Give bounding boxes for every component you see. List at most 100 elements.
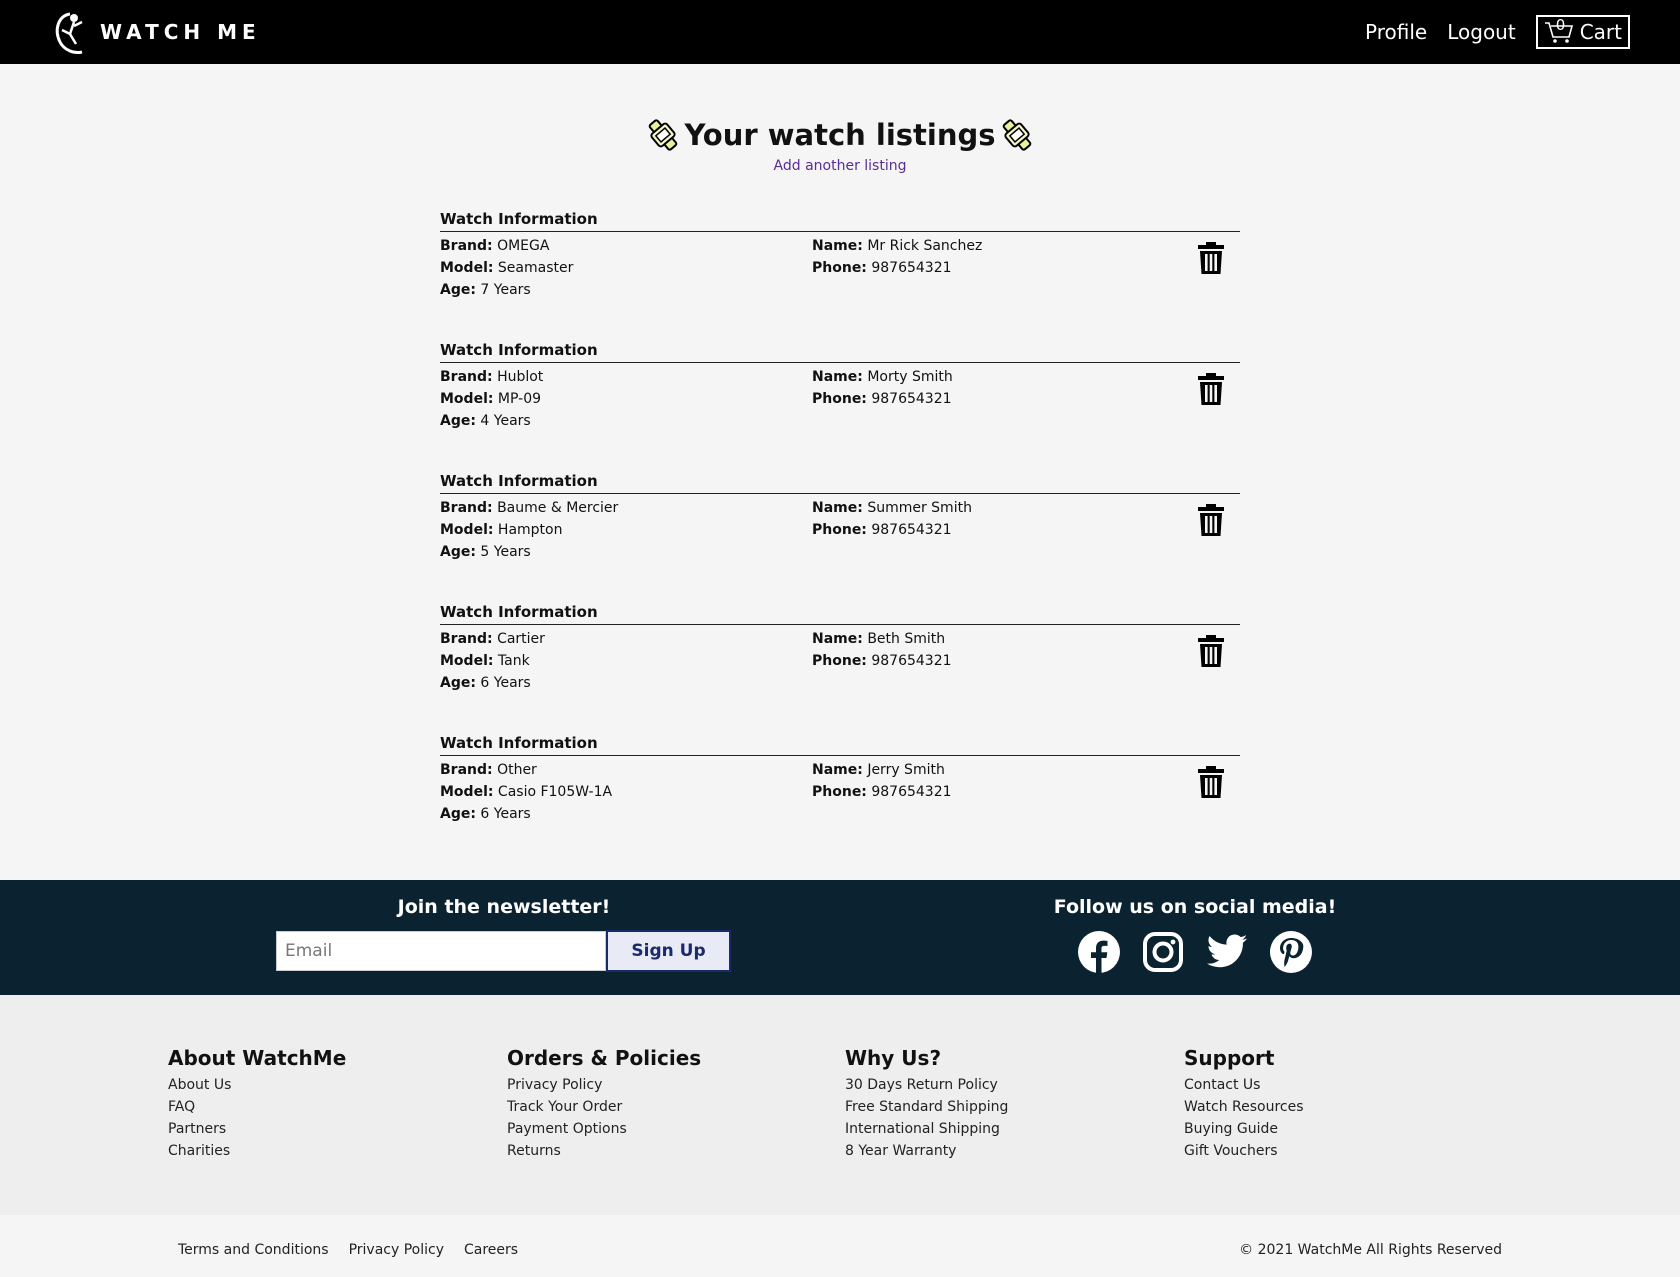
footer-link[interactable]: Watch Resources: [1184, 1096, 1304, 1118]
footer-link[interactable]: Charities: [168, 1140, 346, 1162]
delete-listing-trash-icon[interactable]: [1196, 372, 1226, 406]
listing-card: Watch Information Brand: Hublot Model: MP-…: [440, 341, 1240, 472]
bottom-link[interactable]: Terms and Conditions: [178, 1242, 329, 1258]
footer-link[interactable]: About Us: [168, 1074, 346, 1096]
model-label: Model:: [440, 391, 494, 407]
listing-body: Brand: Baume & Mercier Model: Hampton Age:…: [440, 494, 1240, 563]
brand-row: Brand: Hublot: [440, 366, 812, 388]
age-label: Age:: [440, 544, 476, 560]
footer-link[interactable]: 8 Year Warranty: [845, 1140, 1008, 1162]
name-label: Name:: [812, 500, 863, 516]
model-value: MP-09: [497, 391, 542, 407]
footer-column-title: Why Us?: [845, 1046, 942, 1070]
social-title: Follow us on social media!: [1053, 896, 1337, 918]
seller-name-row: Name: Jerry Smith: [812, 759, 1184, 781]
footer-link[interactable]: Returns: [507, 1140, 701, 1162]
watch-me-logo-icon: [55, 12, 83, 54]
seller-phone-value: 987654321: [871, 391, 952, 407]
model-row: Model: Hampton: [440, 519, 812, 541]
footer-link[interactable]: 30 Days Return Policy: [845, 1074, 1008, 1096]
footer-link[interactable]: Contact Us: [1184, 1074, 1304, 1096]
top-navbar: WATCH ME Profile Logout 0 Cart: [0, 0, 1680, 64]
add-listing-link[interactable]: Add another listing: [0, 158, 1680, 174]
cart-icon: 0: [1544, 16, 1574, 44]
phone-label: Phone:: [812, 653, 867, 669]
brand-value: Cartier: [497, 631, 545, 647]
seller-details: Name: Mr Rick Sanchez Phone: 987654321: [812, 235, 1184, 301]
brand-label: Brand:: [440, 500, 493, 516]
footer-column: Orders & Policies Privacy Policy Track You…: [507, 1046, 701, 1162]
model-row: Model: Casio F105W-1A: [440, 781, 812, 803]
main-content: Your watch listings Add another listing …: [0, 64, 1680, 880]
listings-container: Watch Information Brand: OMEGA Model: Seam…: [440, 210, 1240, 865]
name-label: Name:: [812, 762, 863, 778]
cart-button[interactable]: 0 Cart: [1535, 15, 1630, 49]
footer-column-title: Support: [1184, 1046, 1275, 1070]
model-row: Model: Tank: [440, 650, 812, 672]
phone-label: Phone:: [812, 260, 867, 276]
age-value: 7 Years: [480, 282, 531, 298]
footer-link[interactable]: Buying Guide: [1184, 1118, 1304, 1140]
model-row: Model: Seamaster: [440, 257, 812, 279]
age-row: Age: 5 Years: [440, 541, 812, 563]
delete-listing-trash-icon[interactable]: [1196, 765, 1226, 799]
delete-listing-trash-icon[interactable]: [1196, 634, 1226, 668]
model-value: Casio F105W-1A: [497, 784, 613, 800]
watch-details: Brand: Hublot Model: MP-09 Age: 4 Years: [440, 366, 812, 432]
bottom-link[interactable]: Privacy Policy: [349, 1242, 444, 1258]
seller-details: Name: Morty Smith Phone: 987654321: [812, 366, 1184, 432]
name-label: Name:: [812, 369, 863, 385]
model-value: Tank: [497, 653, 530, 669]
copyright-text: © 2021 WatchMe All Rights Reserved: [1239, 1242, 1502, 1258]
delete-listing-trash-icon[interactable]: [1196, 503, 1226, 537]
footer-column-title: About WatchMe: [168, 1046, 347, 1070]
model-label: Model:: [440, 653, 494, 669]
pinterest-icon[interactable]: [1269, 930, 1313, 974]
brand-home-link[interactable]: WATCH ME: [50, 8, 261, 56]
instagram-icon[interactable]: [1141, 930, 1185, 974]
footer-column-title: Orders & Policies: [507, 1046, 702, 1070]
footer-link[interactable]: International Shipping: [845, 1118, 1008, 1140]
watch-emoji-icon: [649, 119, 678, 151]
bottom-link[interactable]: Careers: [464, 1242, 518, 1258]
newsletter-email-input[interactable]: [276, 931, 606, 971]
seller-phone-row: Phone: 987654321: [812, 650, 1184, 672]
phone-label: Phone:: [812, 784, 867, 800]
watch-details: Brand: Other Model: Casio F105W-1A Age: 6 …: [440, 759, 812, 825]
nav-logout-link[interactable]: Logout: [1447, 20, 1515, 44]
newsletter-section: Join the newsletter! Sign Up: [276, 896, 732, 972]
footer-link[interactable]: Privacy Policy: [507, 1074, 701, 1096]
facebook-icon[interactable]: [1077, 930, 1121, 974]
name-label: Name:: [812, 631, 863, 647]
watch-details: Brand: Baume & Mercier Model: Hampton Age:…: [440, 497, 812, 563]
seller-name-value: Summer Smith: [867, 500, 972, 516]
social-section: Follow us on social media!: [1040, 896, 1350, 974]
nav-profile-link[interactable]: Profile: [1365, 20, 1427, 44]
seller-details: Name: Summer Smith Phone: 987654321: [812, 497, 1184, 563]
model-label: Model:: [440, 522, 494, 538]
footer-link[interactable]: FAQ: [168, 1096, 346, 1118]
listing-section-title: Watch Information: [440, 210, 1240, 232]
seller-name-value: Jerry Smith: [867, 762, 945, 778]
listing-body: Brand: Cartier Model: Tank Age: 6 Years Nam…: [440, 625, 1240, 694]
seller-name-value: Mr Rick Sanchez: [867, 238, 983, 254]
listing-card: Watch Information Brand: Cartier Model: Ta…: [440, 603, 1240, 734]
seller-details: Name: Beth Smith Phone: 987654321: [812, 628, 1184, 694]
signup-button[interactable]: Sign Up: [606, 930, 731, 972]
footer-link[interactable]: Free Standard Shipping: [845, 1096, 1008, 1118]
main-nav: Profile Logout 0 Cart: [1365, 15, 1630, 49]
seller-name-row: Name: Morty Smith: [812, 366, 1184, 388]
seller-name-value: Beth Smith: [867, 631, 946, 647]
delete-listing-trash-icon[interactable]: [1196, 241, 1226, 275]
twitter-icon[interactable]: [1205, 930, 1249, 974]
brand-label: Brand:: [440, 762, 493, 778]
model-value: Hampton: [497, 522, 563, 538]
footer-link[interactable]: Payment Options: [507, 1118, 701, 1140]
brand-label: Brand:: [440, 631, 493, 647]
footer-link[interactable]: Gift Vouchers: [1184, 1140, 1304, 1162]
listing-body: Brand: Other Model: Casio F105W-1A Age: 6 …: [440, 756, 1240, 825]
footer-link[interactable]: Partners: [168, 1118, 346, 1140]
footer-link[interactable]: Track Your Order: [507, 1096, 701, 1118]
age-value: 6 Years: [480, 806, 531, 822]
listing-section-title: Watch Information: [440, 734, 1240, 756]
